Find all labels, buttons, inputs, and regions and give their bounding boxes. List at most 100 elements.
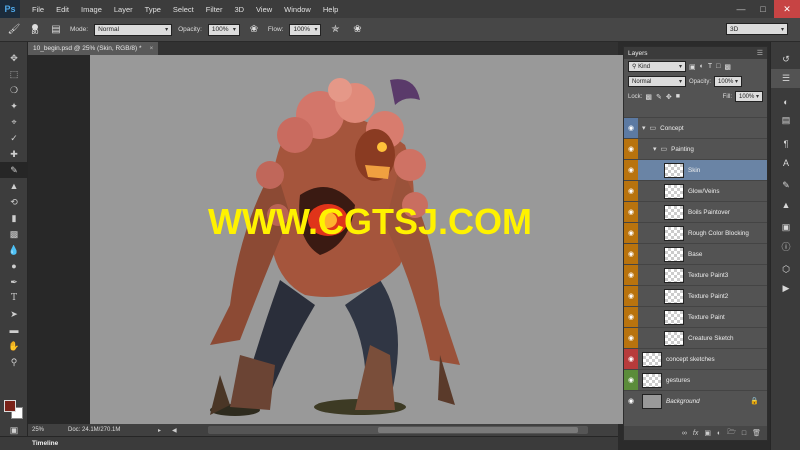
layer-row[interactable]: ◉ Texture Paint (624, 306, 767, 328)
healing-icon[interactable]: ✚ (0, 146, 28, 162)
layer-label-area[interactable]: gestures (638, 369, 767, 391)
status-menu-arrow-icon[interactable]: ▸ (158, 427, 172, 434)
character-icon[interactable]: A (771, 153, 800, 172)
visibility-eye-icon[interactable]: ◉ (624, 201, 638, 223)
workspace-select[interactable]: 3D ▾ (726, 23, 788, 35)
layer-row[interactable]: ◉ Creature Sketch (624, 327, 767, 349)
layer-row[interactable]: ◉ Boils Paintover (624, 201, 767, 223)
pressure-opacity-icon[interactable]: ❀ (246, 22, 262, 38)
minimize-icon[interactable]: — (730, 0, 752, 18)
layer-label-area[interactable]: Rough Color Blocking (638, 222, 767, 244)
maximize-icon[interactable]: □ (752, 0, 774, 18)
opacity-input[interactable]: 100% ▾ (207, 23, 240, 36)
panel-menu-icon[interactable]: ☰ (757, 49, 763, 57)
brush-icon[interactable]: ✎ (0, 162, 28, 178)
fill-input[interactable]: 100% ▾ (735, 91, 763, 102)
layer-label-area[interactable]: Glow/Veins (638, 180, 767, 202)
scrollbar-thumb[interactable] (378, 427, 578, 433)
gradient-icon[interactable]: ▩ (0, 226, 28, 242)
menu-window[interactable]: Window (278, 5, 317, 14)
styles-icon[interactable]: ▣ (771, 218, 800, 237)
filter-adjustment-icon[interactable]: ◐ (700, 63, 704, 71)
layer-row[interactable]: ◉ Base (624, 243, 767, 265)
visibility-eye-icon[interactable]: ◉ (624, 390, 638, 412)
close-icon[interactable]: ✕ (774, 0, 800, 18)
close-icon[interactable]: × (150, 45, 154, 52)
new-layer-icon[interactable]: □ (742, 430, 746, 437)
lock-position-icon[interactable]: ✥ (666, 93, 672, 101)
rectangle-icon[interactable]: ▬ (0, 322, 28, 338)
move-icon[interactable]: ✥ (0, 50, 28, 66)
disclosure-triangle-icon[interactable]: ▾ (653, 145, 657, 153)
adjustments-icon[interactable]: ◐ (771, 92, 800, 111)
filter-smart-object-icon[interactable]: ▩ (724, 63, 731, 71)
timeline-tab[interactable]: Timeline (32, 440, 58, 447)
menu-file[interactable]: File (26, 5, 50, 14)
crop-icon[interactable]: ⌖ (0, 114, 28, 130)
pressure-size-icon[interactable]: ❀ (349, 22, 365, 38)
foreground-color-swatch[interactable] (4, 400, 16, 412)
layer-label-area[interactable]: Skin (638, 159, 767, 181)
canvas[interactable]: WWW.CGTSJ.COM (90, 55, 635, 424)
layer-row[interactable]: ◉ gestures (624, 369, 767, 391)
lock-all-icon[interactable]: ■ (676, 93, 680, 101)
layer-blend-mode-select[interactable]: Normal ▾ (628, 76, 686, 87)
layer-row[interactable]: ◉ ▾ ▭ Concept (624, 117, 767, 139)
visibility-eye-icon[interactable]: ◉ (624, 348, 638, 370)
layers-icon[interactable]: ☰ (771, 69, 800, 88)
visibility-eye-icon[interactable]: ◉ (624, 306, 638, 328)
delete-layer-icon[interactable]: 🗑 (752, 429, 761, 437)
layer-label-area[interactable]: Background 🔒 (638, 390, 767, 412)
menu-help[interactable]: Help (317, 5, 344, 14)
lock-transparency-icon[interactable]: ▩ (645, 93, 652, 101)
menu-type[interactable]: Type (139, 5, 167, 14)
horizontal-scrollbar[interactable] (208, 426, 588, 434)
menu-layer[interactable]: Layer (108, 5, 139, 14)
scroll-left-icon[interactable]: ◀ (172, 427, 186, 434)
visibility-eye-icon[interactable]: ◉ (624, 117, 638, 139)
paragraph-icon[interactable]: ¶ (771, 134, 800, 153)
marquee-icon[interactable]: ⬚ (0, 66, 28, 82)
layer-label-area[interactable]: Texture Paint (638, 306, 767, 328)
layer-row[interactable]: ◉ Texture Paint3 (624, 264, 767, 286)
layer-label-area[interactable]: ▾ ▭ Concept (638, 117, 767, 139)
brush-panel-icon[interactable]: ✎ (771, 176, 800, 195)
lock-pixels-icon[interactable]: ✎ (656, 93, 662, 101)
link-layers-icon[interactable]: ∞ (682, 430, 687, 437)
visibility-eye-icon[interactable]: ◉ (624, 369, 638, 391)
adjustment-layer-icon[interactable]: ◐ (717, 430, 721, 437)
zoom-icon[interactable]: ⚲ (0, 354, 28, 370)
filter-type-icon[interactable]: T (708, 63, 712, 71)
menu-filter[interactable]: Filter (200, 5, 229, 14)
dodge-icon[interactable]: ● (0, 258, 28, 274)
eraser-icon[interactable]: ▮ (0, 210, 28, 226)
document-tab[interactable]: 10_begin.psd @ 25% (Skin, RGB/8) * × (28, 42, 159, 55)
menu-select[interactable]: Select (167, 5, 200, 14)
layer-label-area[interactable]: Creature Sketch (638, 327, 767, 349)
layer-row[interactable]: ◉ Rough Color Blocking (624, 222, 767, 244)
quick-select-icon[interactable]: ✦ (0, 98, 28, 114)
mode-select[interactable]: Normal ▾ (94, 23, 173, 36)
disclosure-triangle-icon[interactable]: ▾ (642, 124, 646, 132)
eyedropper-icon[interactable]: ✓ (0, 130, 28, 146)
menu-edit[interactable]: Edit (50, 5, 75, 14)
actions-icon[interactable]: ▶ (771, 279, 800, 298)
filter-shape-icon[interactable]: □ (716, 63, 720, 71)
lock-icon[interactable]: 🔒 (750, 397, 759, 405)
path-select-icon[interactable]: ➤ (0, 306, 28, 322)
layer-row[interactable]: ◉ Background 🔒 (624, 390, 767, 412)
history-icon[interactable]: ↺ (771, 50, 800, 69)
brush-preset-picker[interactable]: 80 (28, 23, 42, 36)
layer-row[interactable]: ◉ Glow/Veins (624, 180, 767, 202)
visibility-eye-icon[interactable]: ◉ (624, 138, 638, 160)
add-mask-icon[interactable]: ▣ (704, 429, 711, 437)
layer-label-area[interactable]: ▾ ▭ Painting (638, 138, 767, 160)
stamp-icon[interactable]: ▲ (0, 178, 28, 194)
layer-label-area[interactable]: Base (638, 243, 767, 265)
new-group-icon[interactable]: 🗁 (727, 428, 736, 439)
visibility-eye-icon[interactable]: ◉ (624, 264, 638, 286)
brush-tool-icon[interactable]: 🖌 (6, 22, 22, 38)
layer-label-area[interactable]: Texture Paint2 (638, 285, 767, 307)
airbrush-icon[interactable]: ✯ (327, 22, 343, 38)
clone-source-icon[interactable]: ▲ (771, 195, 800, 214)
